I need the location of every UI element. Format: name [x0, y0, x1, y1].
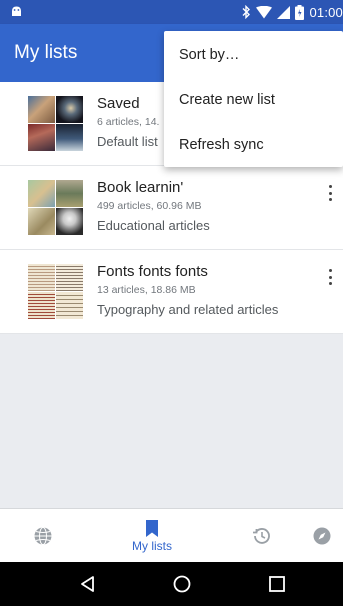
wifi-icon — [256, 5, 273, 18]
status-bar: 01:00 — [0, 0, 343, 24]
thumbnail-image — [56, 180, 83, 207]
recents-icon[interactable] — [267, 574, 287, 594]
thumbnail-image — [56, 292, 83, 319]
thumbnail-image — [56, 124, 83, 151]
compass-icon — [313, 527, 331, 545]
globe-icon — [34, 527, 52, 545]
thumbnail-image — [28, 292, 55, 319]
list-description: Typography and related articles — [97, 302, 279, 317]
thumbnail-image — [56, 208, 83, 235]
more-options-icon[interactable] — [323, 182, 337, 204]
list-thumbnails — [28, 96, 83, 151]
battery-icon — [295, 4, 305, 20]
list-description: Educational articles — [97, 218, 210, 233]
list-title: Fonts fonts fonts — [97, 263, 208, 280]
thumbnail-image — [28, 124, 55, 151]
nav-item-explore[interactable] — [28, 509, 58, 563]
nav-label-my-lists: My lists — [132, 538, 172, 553]
thumbnail-image — [28, 264, 55, 291]
android-icon — [12, 6, 21, 16]
menu-item-sort-by[interactable]: Sort by… — [179, 47, 239, 63]
bottom-navigation: My lists — [0, 508, 343, 562]
thumbnail-image — [28, 208, 55, 235]
thumbnail-image — [28, 96, 55, 123]
bookmark-icon — [146, 519, 158, 537]
list-meta: 499 articles, 60.96 MB — [97, 200, 202, 212]
list-item[interactable]: Fonts fonts fonts 13 articles, 18.86 MB … — [0, 250, 343, 334]
nav-item-history[interactable] — [250, 509, 274, 563]
thumbnail-image — [56, 264, 83, 291]
menu-item-create-new-list[interactable]: Create new list — [179, 92, 275, 108]
system-navigation-bar — [0, 562, 343, 606]
nav-item-my-lists[interactable]: My lists — [122, 509, 182, 563]
thumbnail-image — [56, 96, 83, 123]
signal-icon — [277, 5, 291, 19]
list-meta: 13 articles, 18.86 MB — [97, 284, 196, 296]
list-thumbnails — [28, 264, 83, 319]
list-title: Book learnin' — [97, 179, 184, 196]
home-icon[interactable] — [172, 574, 192, 594]
list-thumbnails — [28, 180, 83, 235]
more-options-icon[interactable] — [323, 266, 337, 288]
overflow-menu: Sort by… Create new list Refresh sync — [164, 31, 343, 167]
page-title: My lists — [14, 42, 78, 63]
history-icon — [253, 528, 270, 544]
back-icon[interactable] — [78, 574, 98, 594]
list-meta: 6 articles, 14. — [97, 116, 160, 128]
thumbnail-image — [28, 180, 55, 207]
status-time: 01:00 — [309, 4, 343, 20]
list-item[interactable]: Book learnin' 499 articles, 60.96 MB Edu… — [0, 166, 343, 250]
bluetooth-icon — [242, 5, 251, 19]
nav-item-nearby[interactable] — [310, 509, 334, 563]
list-title: Saved — [97, 95, 140, 112]
list-description: Default list — [97, 134, 158, 149]
menu-item-refresh-sync[interactable]: Refresh sync — [179, 137, 264, 153]
